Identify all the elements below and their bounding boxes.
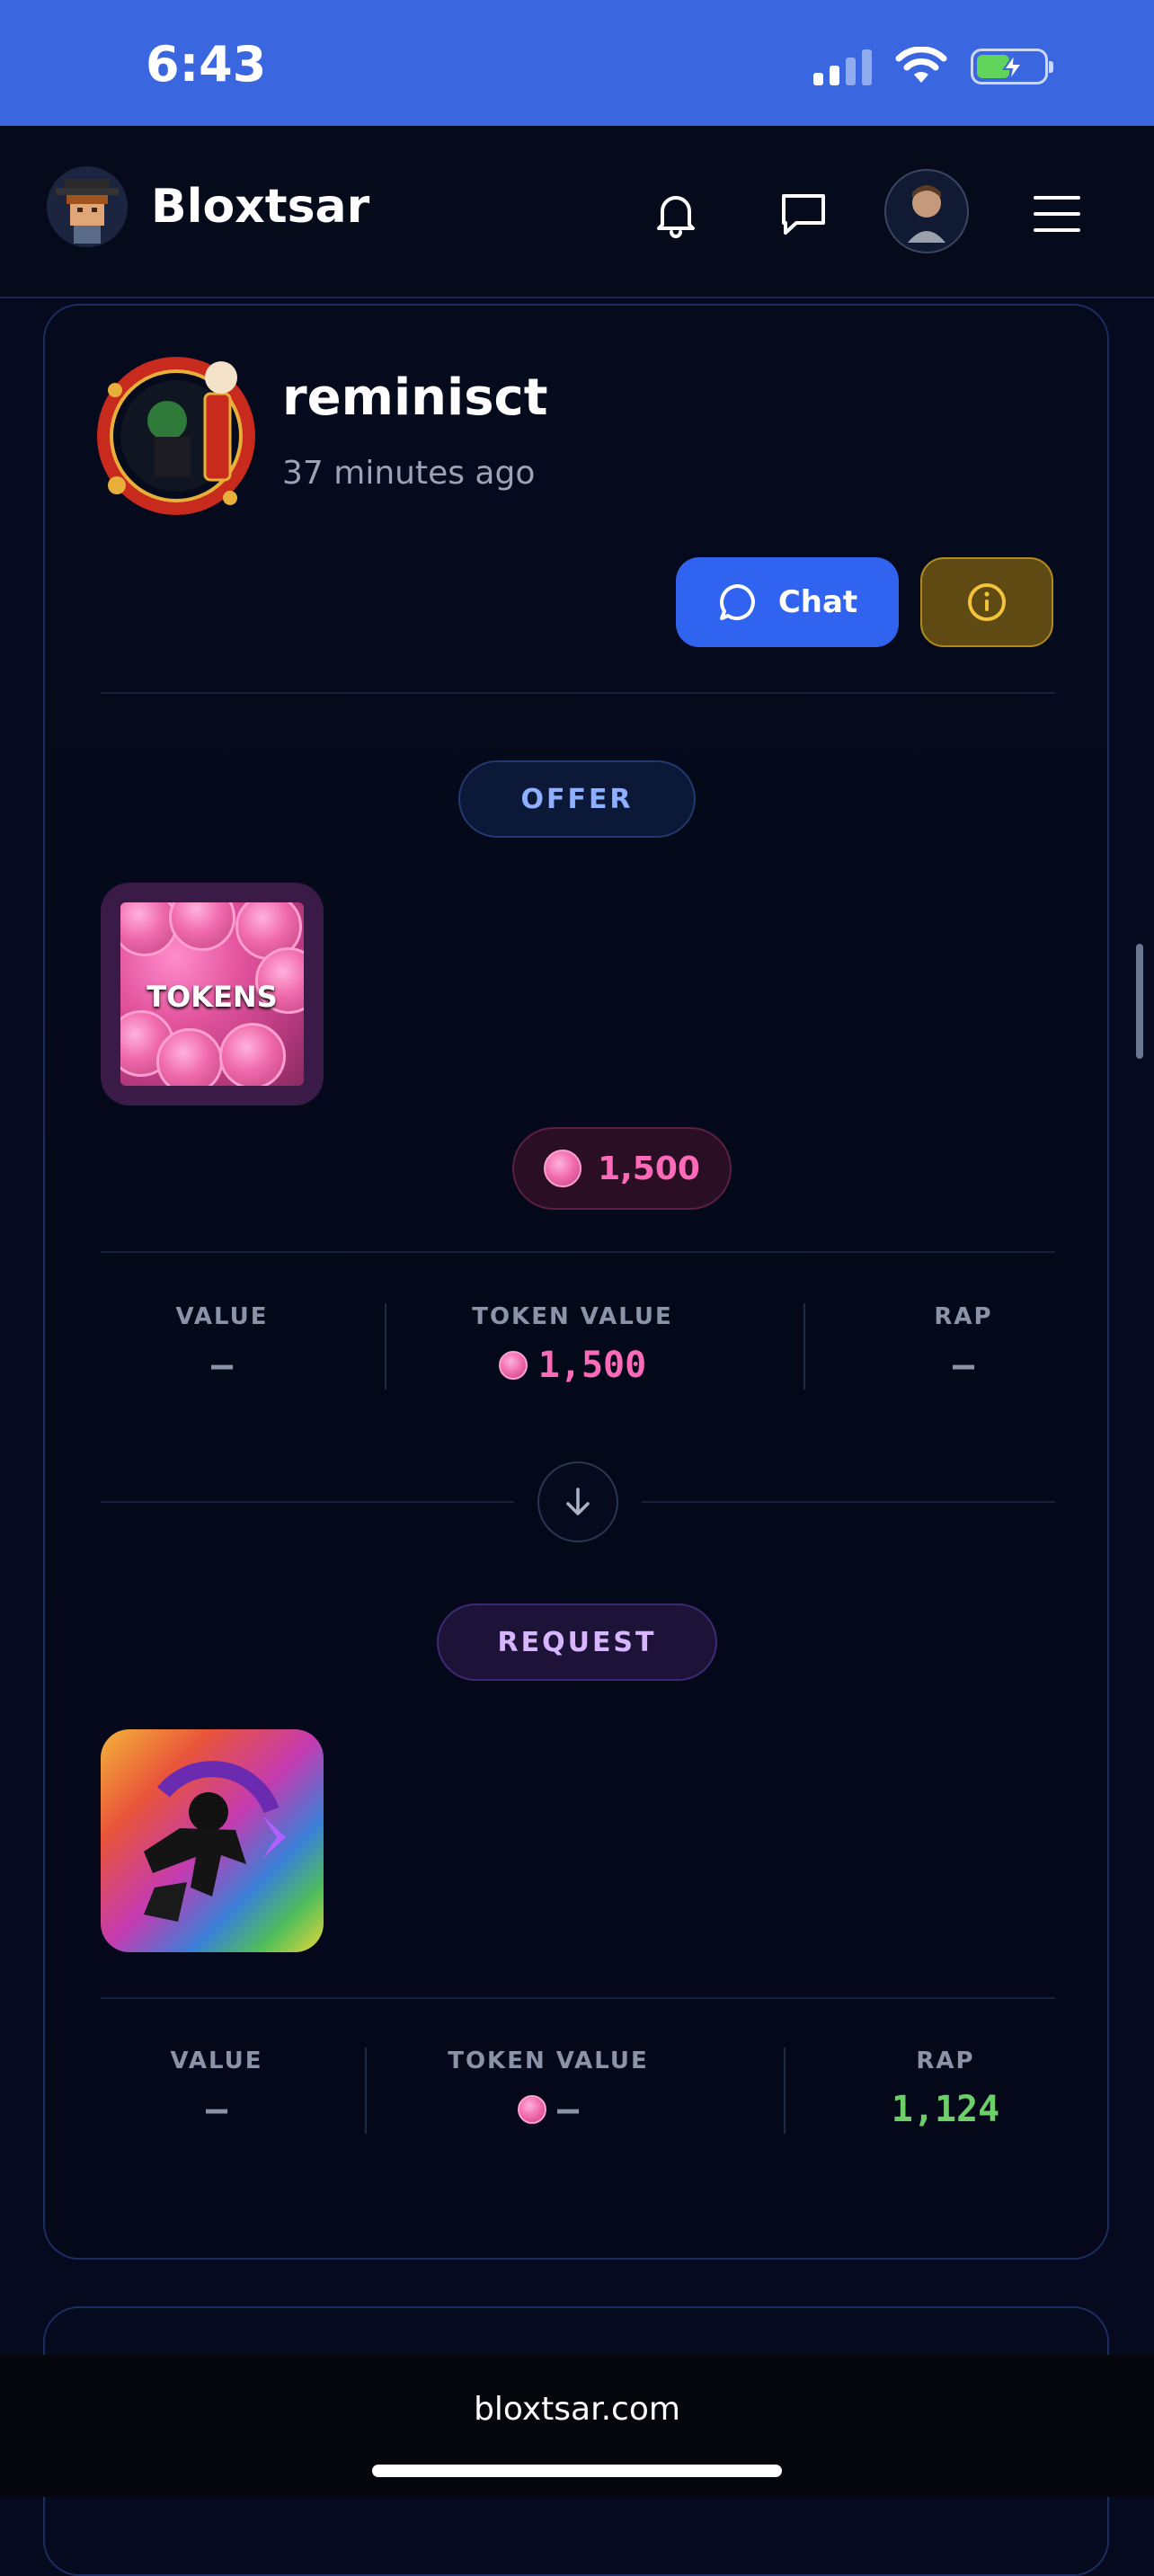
cellular-signal-icon (813, 48, 872, 85)
battery-charging-icon (971, 49, 1053, 84)
tokens-item-label: TOKENS (146, 980, 278, 1014)
rap-label: RAP (934, 1303, 993, 1330)
offer-badge: OFFER (458, 760, 696, 838)
divider (101, 692, 1055, 694)
value-amount: – (205, 2089, 228, 2130)
token-coin-icon (517, 2095, 546, 2124)
home-indicator[interactable] (372, 2465, 782, 2477)
chat-button[interactable]: Chat (676, 557, 899, 647)
rap-amount: – (952, 1345, 975, 1386)
status-time: 6:43 (146, 36, 267, 93)
browser-bottom-bar: bloxtsar.com (0, 2355, 1154, 2497)
browser-url[interactable]: bloxtsar.com (0, 2391, 1154, 2428)
menu-icon[interactable] (1030, 187, 1084, 241)
page-scrollbar[interactable] (1136, 944, 1143, 1059)
info-button[interactable] (920, 557, 1053, 647)
trade-timestamp: 37 minutes ago (282, 455, 536, 492)
token-value-label: TOKEN VALUE (448, 2047, 649, 2074)
arrow-down-icon (566, 1488, 590, 1515)
token-coin-icon (498, 1351, 528, 1380)
site-header: Bloxtsar (0, 126, 1154, 298)
wifi-icon (895, 47, 947, 83)
request-item[interactable] (101, 1729, 324, 1952)
user-avatar[interactable] (884, 169, 969, 253)
chat-button-label: Chat (777, 584, 858, 620)
divider (101, 1251, 1055, 1253)
trade-direction (537, 1461, 618, 1542)
value-label: VALUE (170, 2047, 263, 2074)
offer-stats: VALUE – TOKEN VALUE 1,500 RAP – (101, 1303, 1055, 1402)
trader-avatar[interactable] (95, 351, 257, 521)
divider (101, 1997, 1055, 1999)
brand-logo[interactable] (47, 166, 128, 247)
offer-token-amount: 1,500 (512, 1127, 732, 1210)
value-amount: – (210, 1345, 234, 1386)
value-label: VALUE (175, 1303, 269, 1330)
rap-amount: 1,124 (891, 2089, 1000, 2130)
messages-icon[interactable] (777, 187, 830, 241)
brand-name[interactable]: Bloxtsar (151, 180, 369, 234)
bell-icon[interactable] (649, 187, 703, 241)
chat-bubble-icon (719, 583, 755, 620)
rap-label: RAP (916, 2047, 975, 2074)
status-bar: 6:43 (0, 0, 1154, 126)
offer-item-tokens[interactable]: TOKENS (101, 883, 324, 1106)
offer-amount-value: 1,500 (598, 1150, 700, 1187)
token-value-label: TOKEN VALUE (472, 1303, 673, 1330)
request-stats: VALUE – TOKEN VALUE – RAP 1,124 (101, 2047, 1055, 2146)
info-icon (968, 583, 1006, 621)
request-badge: REQUEST (437, 1603, 717, 1681)
token-value-amount: – (556, 2089, 580, 2130)
token-value-amount: 1,500 (537, 1345, 647, 1386)
divider (101, 1501, 514, 1503)
token-coin-icon (544, 1150, 582, 1187)
trader-username[interactable]: reminisct (282, 369, 548, 427)
divider (642, 1501, 1055, 1503)
trade-card: reminisct 37 minutes ago Chat OFFER TOKE… (43, 304, 1109, 2260)
